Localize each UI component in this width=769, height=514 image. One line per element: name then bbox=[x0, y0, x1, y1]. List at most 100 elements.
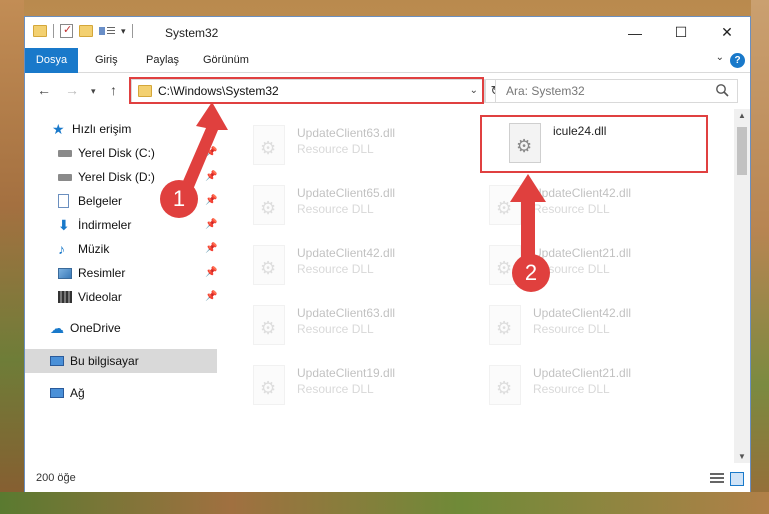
pictures-icon bbox=[58, 268, 72, 279]
large-icons-view-icon[interactable] bbox=[730, 472, 744, 486]
sidebar-item-label: Hızlı erişim bbox=[72, 122, 132, 136]
sidebar-item-downloads[interactable]: ⬇ İndirmeler 📌 bbox=[58, 214, 218, 236]
file-name: UpdateClient42.dll bbox=[533, 306, 632, 320]
scrollbar-thumb[interactable] bbox=[737, 127, 747, 175]
file-item[interactable]: UpdateClient42.dll Resource DLL bbox=[461, 177, 691, 229]
desktop-background-bottom bbox=[0, 492, 769, 514]
sidebar-item-label: Belgeler bbox=[78, 194, 123, 208]
file-type: Resource DLL bbox=[297, 262, 374, 276]
new-folder-icon[interactable] bbox=[79, 25, 93, 37]
documents-icon bbox=[58, 194, 69, 208]
file-type: Resource DLL bbox=[297, 202, 374, 216]
file-name: UpdateClient42.dll bbox=[297, 246, 396, 260]
desktop-background-left bbox=[0, 0, 24, 514]
properties-check-icon[interactable] bbox=[60, 23, 73, 38]
sidebar-item-videos[interactable]: Videolar 📌 bbox=[58, 286, 218, 308]
search-icon[interactable] bbox=[715, 83, 729, 97]
file-name: UpdateClient63.dll bbox=[297, 126, 396, 140]
file-type: Resource DLL bbox=[533, 382, 610, 396]
back-arrow-icon[interactable]: ← bbox=[37, 82, 51, 98]
file-name: UpdateClient65.dll bbox=[297, 186, 396, 200]
sidebar-item-label: Müzik bbox=[78, 242, 110, 256]
item-count: 200 öğe bbox=[36, 472, 76, 484]
file-type: Resource DLL bbox=[297, 142, 374, 156]
recent-locations-chevron-icon[interactable]: ▾ bbox=[91, 86, 96, 97]
star-icon: ★ bbox=[52, 121, 65, 137]
step-badge-1: 1 bbox=[160, 180, 198, 218]
sidebar-item-pictures[interactable]: Resimler 📌 bbox=[58, 262, 218, 284]
file-item[interactable]: UpdateClient65.dll Resource DLL bbox=[225, 177, 455, 229]
customize-toolbar-chevron-icon[interactable]: ▾ bbox=[121, 26, 126, 37]
scroll-down-arrow-icon[interactable]: ▼ bbox=[738, 452, 746, 461]
tab-view[interactable]: Görünüm bbox=[203, 48, 249, 73]
tab-file[interactable]: Dosya bbox=[25, 48, 78, 73]
music-icon: ♪ bbox=[58, 241, 65, 257]
title-bar: ▾ System32 — ☐ ✕ bbox=[25, 17, 750, 48]
pin-icon[interactable]: 📌 bbox=[205, 238, 217, 260]
file-item[interactable]: UpdateClient42.dll Resource DLL bbox=[461, 297, 691, 349]
forward-arrow-icon[interactable]: → bbox=[65, 82, 79, 98]
file-item[interactable]: UpdateClient63.dll Resource DLL bbox=[225, 117, 455, 169]
file-item[interactable]: UpdateClient63.dll Resource DLL bbox=[225, 297, 455, 349]
pin-icon[interactable]: 📌 bbox=[205, 214, 217, 236]
pin-icon[interactable]: 📌 bbox=[205, 262, 217, 284]
file-item[interactable]: UpdateClient42.dll Resource DLL bbox=[225, 237, 455, 289]
quick-access-toolbar: ▾ bbox=[33, 23, 133, 38]
folder-icon[interactable] bbox=[33, 25, 47, 37]
sidebar-item-label: Yerel Disk (D:) bbox=[78, 170, 155, 184]
file-item[interactable]: UpdateClient21.dll Resource DLL bbox=[461, 357, 691, 409]
file-name: UpdateClient19.dll bbox=[297, 366, 396, 380]
dll-file-icon bbox=[489, 365, 521, 405]
download-icon: ⬇ bbox=[58, 217, 70, 233]
sidebar-item-music[interactable]: ♪ Müzik 📌 bbox=[58, 238, 218, 260]
view-properties-icon[interactable] bbox=[99, 25, 115, 37]
minimize-button[interactable]: — bbox=[612, 17, 658, 48]
sidebar-item-label: Videolar bbox=[78, 290, 122, 304]
step-badge-2: 2 bbox=[512, 254, 550, 292]
tab-share[interactable]: Paylaş bbox=[146, 48, 179, 73]
sidebar-item-label: Resimler bbox=[78, 266, 126, 280]
videos-icon bbox=[58, 291, 72, 303]
sidebar-item-label: Yerel Disk (C:) bbox=[78, 146, 155, 160]
annotation-arrow-2 bbox=[510, 174, 546, 260]
dll-file-icon bbox=[253, 365, 285, 405]
window-title: System32 bbox=[165, 26, 219, 40]
tab-home[interactable]: Giriş bbox=[95, 48, 118, 73]
search-box[interactable]: Ara: System32 bbox=[495, 79, 738, 103]
toolbar-separator bbox=[131, 24, 133, 38]
file-type: Resource DLL bbox=[533, 322, 610, 336]
dll-file-icon bbox=[253, 125, 285, 165]
help-icon[interactable]: ? bbox=[730, 53, 745, 68]
dll-file-icon bbox=[489, 305, 521, 345]
file-highlight bbox=[480, 115, 708, 173]
close-button[interactable]: ✕ bbox=[704, 17, 750, 48]
scroll-up-arrow-icon[interactable]: ▲ bbox=[738, 111, 746, 120]
dll-file-icon bbox=[253, 245, 285, 285]
network-icon bbox=[50, 388, 64, 398]
file-type: Resource DLL bbox=[297, 322, 374, 336]
desktop-background-right bbox=[751, 0, 769, 514]
dll-file-icon bbox=[253, 305, 285, 345]
sidebar-item-label: OneDrive bbox=[70, 321, 121, 335]
vertical-scrollbar[interactable]: ▲ ▼ bbox=[734, 109, 750, 463]
sidebar-item-label: Bu bilgisayar bbox=[70, 354, 139, 368]
file-item[interactable]: UpdateClient19.dll Resource DLL bbox=[225, 357, 455, 409]
details-view-icon[interactable] bbox=[710, 473, 724, 485]
file-name: UpdateClient63.dll bbox=[297, 306, 396, 320]
sidebar-item-label: Ağ bbox=[70, 386, 85, 400]
status-bar: 200 öğe bbox=[25, 465, 750, 492]
sidebar-item-label: İndirmeler bbox=[78, 218, 132, 232]
search-input[interactable]: Ara: System32 bbox=[506, 84, 585, 98]
cloud-icon: ☁ bbox=[50, 320, 64, 336]
file-type: Resource DLL bbox=[297, 382, 374, 396]
pin-icon[interactable]: 📌 bbox=[205, 286, 217, 308]
file-name: UpdateClient21.dll bbox=[533, 366, 632, 380]
drive-icon bbox=[58, 174, 72, 181]
file-item[interactable]: UpdateClient21.dll Resource DLL bbox=[461, 237, 691, 289]
expand-ribbon-chevron-icon[interactable]: ⌄ bbox=[716, 52, 724, 63]
dll-file-icon bbox=[253, 185, 285, 225]
ribbon-tabs: Dosya Giriş Paylaş Görünüm ⌄ ? bbox=[25, 48, 750, 73]
up-arrow-icon[interactable]: ↑ bbox=[110, 82, 117, 98]
maximize-button[interactable]: ☐ bbox=[658, 17, 704, 48]
computer-icon bbox=[50, 356, 64, 366]
